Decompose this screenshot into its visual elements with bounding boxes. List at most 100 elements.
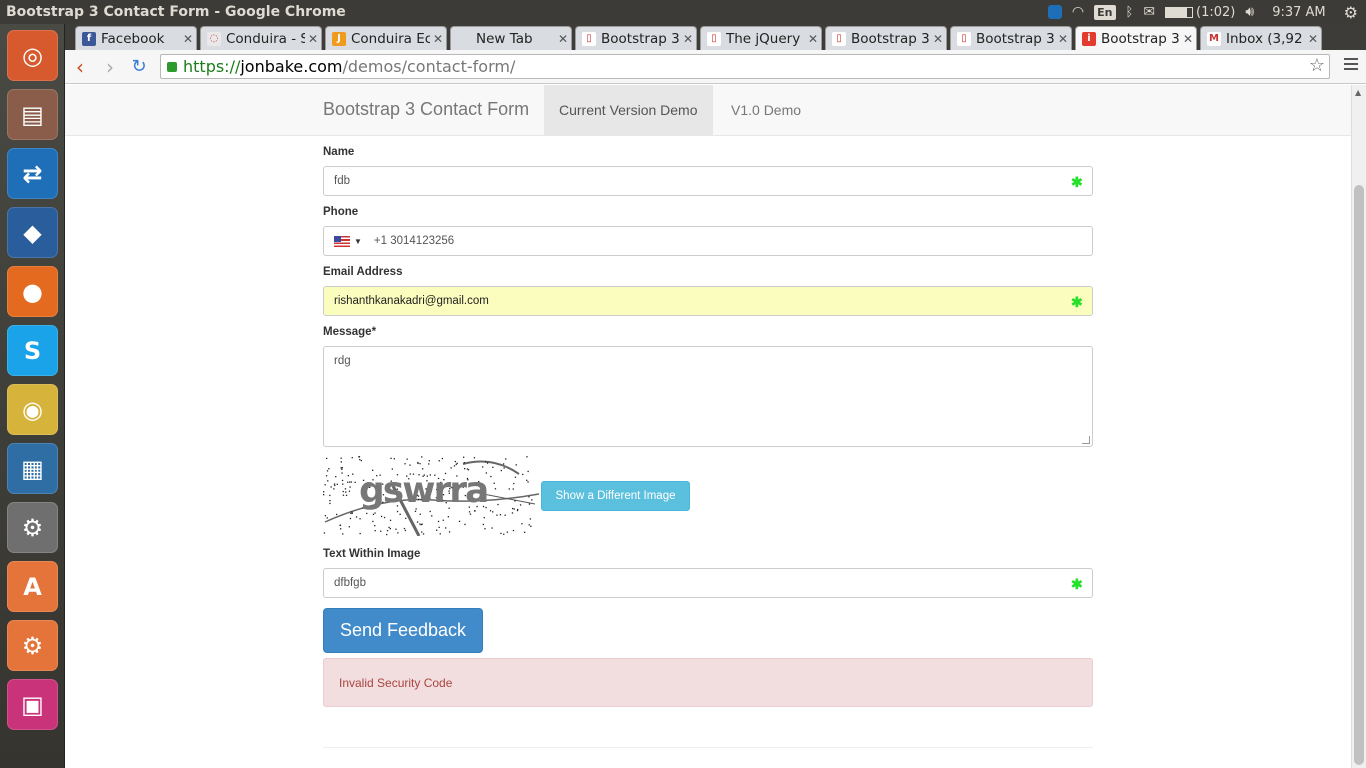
captcha-image: gswrra — [323, 456, 539, 536]
mail-icon[interactable]: ✉ — [1143, 4, 1155, 20]
software-center-glyph: A — [23, 572, 42, 601]
tab-strip: f Facebook ✕ ◌ Conduira - S ✕ J Conduira Ec ✕ New… — [65, 24, 1366, 50]
files-glyph: ▤ — [21, 100, 44, 129]
software-center-icon[interactable]: A — [7, 561, 58, 612]
browser-tab[interactable]: ▯ The jQuery ✕ — [700, 26, 822, 50]
chrome-icon[interactable]: ◉ — [7, 384, 58, 435]
session-gear-icon[interactable]: ⚙ — [1344, 3, 1358, 22]
browser-tab[interactable]: ▯ Bootstrap 3 ✕ — [825, 26, 947, 50]
tab-title: New Tab — [476, 30, 533, 47]
browser-toolbar: ‹ › ↻ https://jonbake.com/demos/contact-… — [65, 50, 1366, 84]
volume-icon[interactable]: 🔊︎ — [1245, 4, 1254, 20]
tab-close-icon[interactable]: ✕ — [1180, 32, 1196, 46]
browser-tab[interactable]: f Facebook ✕ — [75, 26, 197, 50]
email-value: rishanthkanakadri@gmail.com — [334, 295, 489, 307]
browser-tab[interactable]: J Conduira Ec ✕ — [325, 26, 447, 50]
navbar-brand[interactable]: Bootstrap 3 Contact Form — [323, 99, 529, 120]
bookmark-star-icon[interactable]: ☆ — [1309, 55, 1325, 76]
virtualbox-glyph: ◆ — [23, 218, 42, 247]
name-input[interactable]: fdb ✱ — [323, 166, 1093, 196]
skype-icon[interactable]: S — [7, 325, 58, 376]
tab-close-icon[interactable]: ✕ — [555, 32, 571, 46]
tab-favicon-icon: i — [1082, 31, 1096, 46]
url-path: /demos/contact-form/ — [342, 57, 516, 76]
ubuntu-dash-icon[interactable]: ◎ — [7, 30, 58, 81]
indicator-area: ◠ En ᛒ ✉ (1:02) 🔊︎ 9:37 AM ⚙ — [1047, 0, 1366, 24]
tab-favicon-icon: J — [332, 31, 346, 46]
browser-tab[interactable]: ▯ Bootstrap 3 ✕ — [575, 26, 697, 50]
keyboard-layout-indicator[interactable]: En — [1094, 4, 1116, 20]
tab-close-icon[interactable]: ✕ — [180, 32, 196, 46]
nav-v1-demo[interactable]: V1.0 Demo — [716, 85, 816, 135]
captcha-word: gswrra — [359, 470, 489, 511]
ubuntu-dash-glyph: ◎ — [22, 41, 43, 70]
battery-icon — [1165, 6, 1194, 18]
chrome-menu-icon[interactable] — [1344, 58, 1358, 73]
error-alert: Invalid Security Code — [323, 658, 1093, 707]
tab-title: Conduira - S — [226, 30, 305, 47]
lock-icon — [167, 61, 177, 72]
country-dropdown-caret-icon[interactable]: ▼ — [354, 237, 362, 246]
nav-current-version-demo[interactable]: Current Version Demo — [544, 85, 713, 135]
email-label: Email Address — [323, 266, 403, 278]
browser-tab[interactable]: i Bootstrap 3 ✕ — [1075, 26, 1197, 50]
captcha-text-input[interactable]: dfbfgb ✱ — [323, 568, 1093, 598]
battery-time: (1:02) — [1196, 4, 1236, 20]
tab-title: Inbox (3,92 — [1226, 30, 1303, 47]
scrollbar-thumb[interactable] — [1354, 185, 1364, 765]
tab-close-icon[interactable]: ✕ — [430, 32, 446, 46]
libreoffice-writer-icon[interactable]: ▦ — [7, 443, 58, 494]
tab-close-icon[interactable]: ✕ — [805, 32, 821, 46]
files-icon[interactable]: ▤ — [7, 89, 58, 140]
browser-tab[interactable]: ▯ Bootstrap 3 ✕ — [950, 26, 1072, 50]
captcha-text-label: Text Within Image — [323, 548, 421, 560]
us-flag-icon[interactable] — [334, 235, 350, 247]
system-settings-glyph: ⚙ — [21, 513, 44, 542]
page-scrollbar[interactable]: ▲ — [1351, 85, 1366, 768]
phone-input[interactable]: ▼ +1 3014123256 — [323, 226, 1093, 256]
unity-launcher: ◎ ▤ ⇄ ◆ ● S ◉ ▦ ⚙ A ⚙ ▣ — [0, 24, 65, 768]
forward-button[interactable]: › — [99, 56, 121, 78]
email-input[interactable]: rishanthkanakadri@gmail.com ✱ — [323, 286, 1093, 316]
show-different-image-button[interactable]: Show a Different Image — [541, 481, 690, 511]
browser-tab[interactable]: ◌ Conduira - S ✕ — [200, 26, 322, 50]
valid-check-icon: ✱ — [1071, 294, 1083, 310]
message-label: Message* — [323, 326, 377, 338]
tab-close-icon[interactable]: ✕ — [930, 32, 946, 46]
tab-close-icon[interactable]: ✕ — [305, 32, 321, 46]
updater-icon[interactable]: ⚙ — [7, 620, 58, 671]
tab-close-icon[interactable]: ✕ — [1305, 32, 1321, 46]
captcha-text-value: dfbfgb — [334, 577, 366, 589]
tab-title: Bootstrap 3 — [601, 30, 680, 47]
phone-label: Phone — [323, 206, 359, 218]
tab-close-icon[interactable]: ✕ — [1055, 32, 1071, 46]
workspace-switcher-icon[interactable]: ▣ — [7, 679, 58, 730]
battery-indicator[interactable]: (1:02) — [1165, 5, 1235, 20]
browser-tab[interactable]: M Inbox (3,92 ✕ — [1200, 26, 1322, 50]
system-settings-icon[interactable]: ⚙ — [7, 502, 58, 553]
scroll-up-arrow-icon[interactable]: ▲ — [1355, 88, 1361, 97]
clock[interactable]: 9:37 AM — [1272, 5, 1325, 20]
footer-divider — [323, 747, 1093, 748]
tab-favicon-icon: M — [1207, 31, 1221, 46]
valid-check-icon: ✱ — [1071, 576, 1083, 592]
tab-title: The jQuery — [726, 30, 801, 47]
virtualbox-icon[interactable]: ◆ — [7, 207, 58, 258]
teamviewer-tray-icon[interactable] — [1047, 5, 1062, 19]
back-button[interactable]: ‹ — [69, 56, 91, 78]
teamviewer-icon[interactable]: ⇄ — [7, 148, 58, 199]
name-label: Name — [323, 146, 355, 158]
tab-favicon-icon: ▯ — [957, 31, 971, 46]
firefox-icon[interactable]: ● — [7, 266, 58, 317]
browser-tab[interactable]: New Tab ✕ — [450, 26, 572, 50]
resize-handle-icon[interactable] — [1082, 436, 1090, 444]
tab-close-icon[interactable]: ✕ — [680, 32, 696, 46]
message-textarea[interactable]: rdg — [323, 346, 1093, 447]
reload-button[interactable]: ↻ — [128, 56, 150, 78]
tab-title: Bootstrap 3 — [976, 30, 1055, 47]
address-bar[interactable]: https://jonbake.com/demos/contact-form/ … — [160, 54, 1330, 79]
skype-glyph: S — [23, 336, 42, 365]
wifi-icon[interactable]: ◠ — [1072, 4, 1084, 20]
bluetooth-icon[interactable]: ᛒ — [1126, 5, 1134, 20]
send-feedback-button[interactable]: Send Feedback — [323, 608, 483, 653]
